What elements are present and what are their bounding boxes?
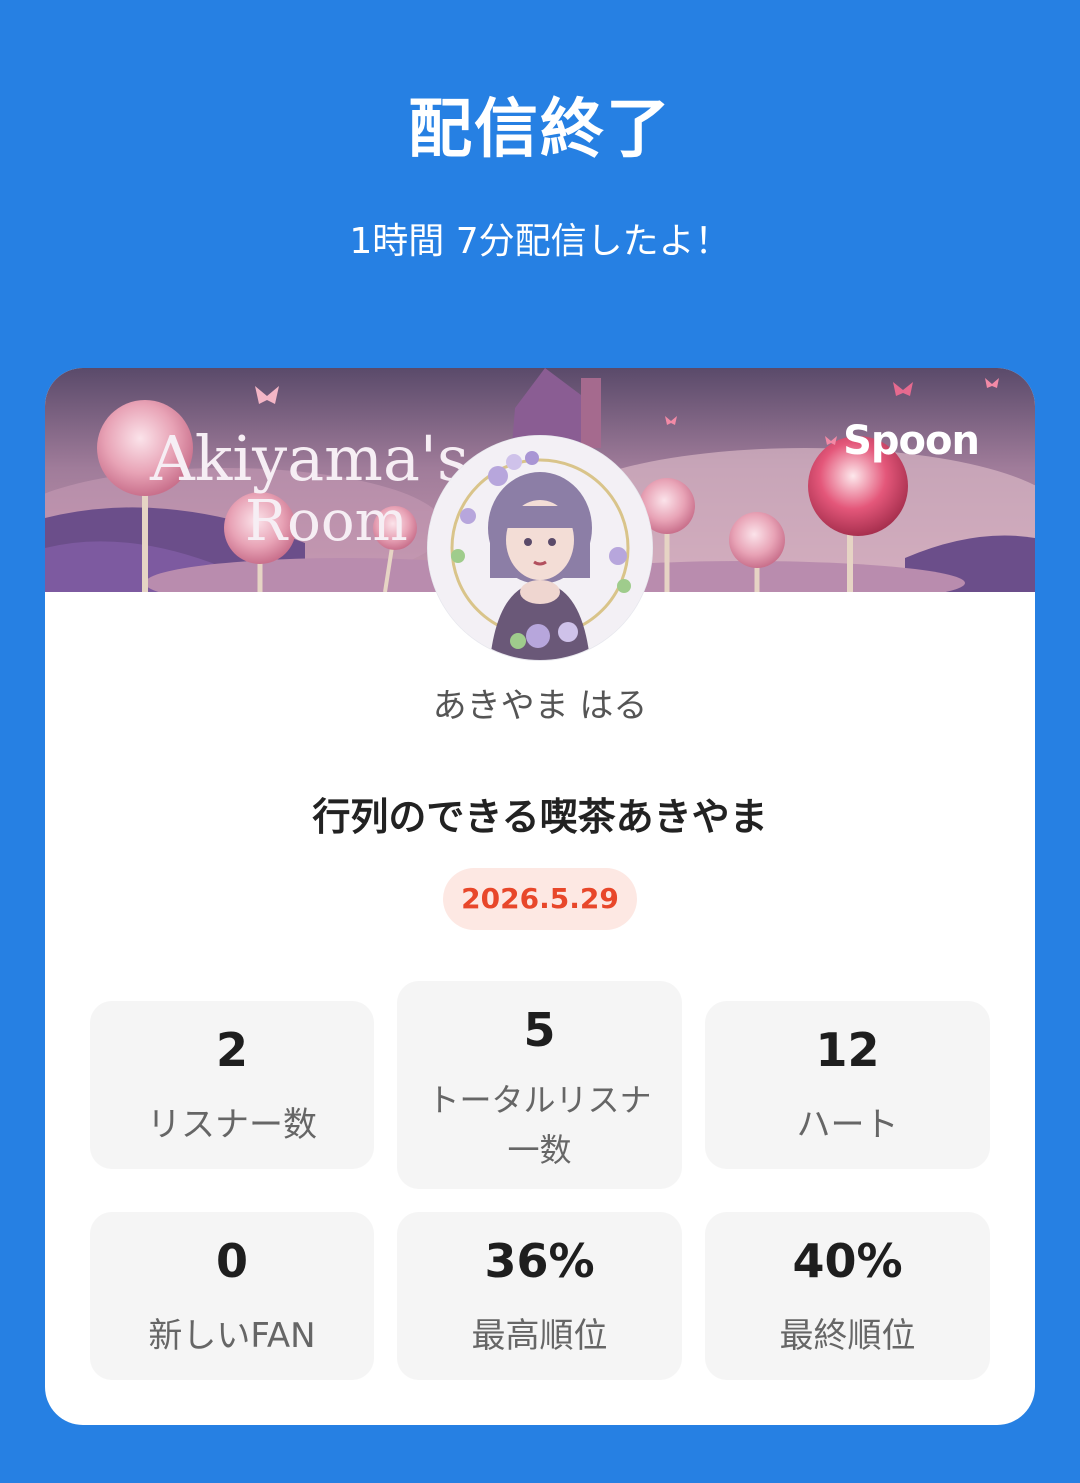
stat-value: 40% [792,1234,903,1288]
stat-label: リスナー数 [147,1105,317,1145]
stat-label: 最終順位 [779,1316,916,1356]
stat-hearts: 12 ハート [705,1001,990,1169]
username: あきやま はる [432,686,648,726]
page-title: 配信終了 [408,93,672,167]
date-badge: 2026.5.29 [443,868,637,930]
stat-label: ハート [796,1105,899,1145]
stat-value: 36% [484,1234,595,1288]
stat-value: 5 [523,1003,556,1057]
stat-listeners: 2 リスナー数 [90,1001,374,1169]
avatar[interactable] [428,436,652,660]
broadcast-title: 行列のできる喫茶あきやま [312,795,768,839]
stat-new-fans: 0 新しいFAN [90,1212,374,1380]
stat-label: トータルリスナ 一数 [427,1081,652,1169]
stat-label: 新しいFAN [148,1316,316,1356]
stat-value: 12 [815,1023,880,1077]
avatar-image [428,436,652,660]
broadcast-duration: 1時間 7分配信したよ！ [349,221,731,262]
stat-total-listeners: 5 トータルリスナ 一数 [397,981,682,1189]
spoon-logo: Spoon [843,418,980,464]
stat-label: 最高順位 [471,1316,608,1356]
banner-title-line1: Akiyama's [149,422,469,495]
stat-value: 2 [215,1023,248,1077]
stat-value: 0 [215,1234,248,1288]
broadcast-summary-card: Akiyama's Room Spoon あきやま はる 行列のできる喫茶あきや… [45,368,1035,1425]
stat-highest-rank: 36% 最高順位 [397,1212,682,1380]
stat-final-rank: 40% 最終順位 [705,1212,990,1380]
banner-title-line2: Room [245,489,408,554]
